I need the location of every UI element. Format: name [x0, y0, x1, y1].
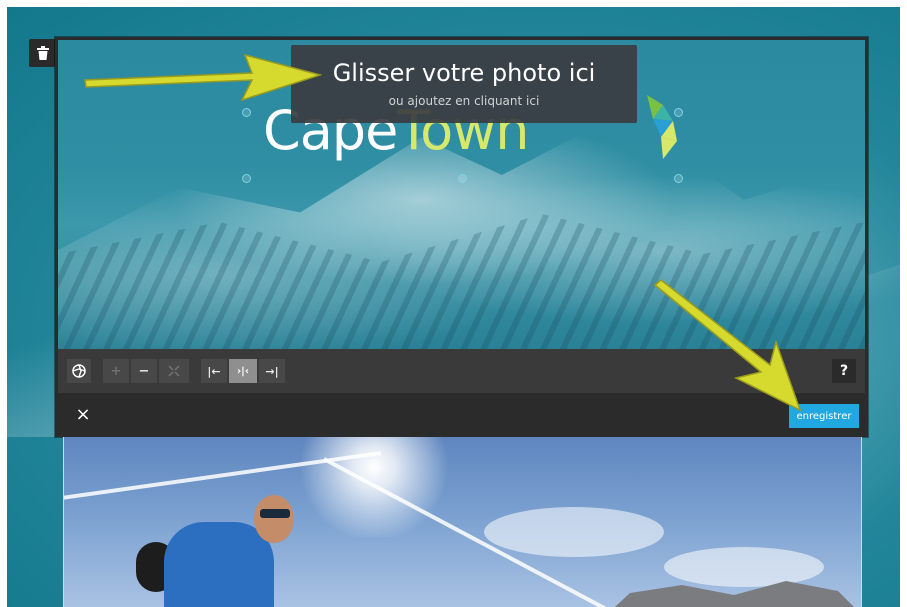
save-button[interactable]: enregistrer — [789, 404, 859, 428]
align-center-button[interactable]: ›|‹ — [229, 359, 257, 383]
logo-mark-icon — [647, 95, 677, 159]
resize-handle-top-right[interactable] — [674, 108, 683, 117]
delete-button[interactable] — [29, 39, 56, 67]
help-button[interactable]: ? — [832, 359, 856, 383]
align-left-button[interactable]: |← — [201, 359, 227, 383]
photo-hiker-head — [254, 495, 294, 543]
zoom-in-button[interactable]: + — [103, 359, 129, 383]
resize-handle-bottom-left[interactable] — [242, 174, 251, 183]
content-photo[interactable] — [63, 437, 862, 607]
cloud — [484, 507, 664, 557]
close-icon[interactable]: × — [74, 405, 92, 425]
drop-zone-title: Glisser votre photo ici — [332, 59, 596, 87]
cloud — [664, 547, 824, 587]
photo-hiker-glasses — [260, 509, 290, 518]
resize-handle-bottom-right[interactable] — [674, 174, 683, 183]
drop-zone-subtitle: ou ajoutez en cliquant ici — [388, 94, 540, 108]
expand-icon — [168, 365, 180, 377]
fit-button[interactable] — [159, 359, 189, 383]
editor-action-bar: × enregistrer — [55, 395, 868, 437]
filter-button[interactable] — [67, 359, 91, 383]
photo-hiker — [164, 522, 274, 607]
aperture-icon — [72, 364, 86, 378]
align-right-button[interactable]: →| — [259, 359, 285, 383]
trash-icon — [36, 46, 49, 60]
photo-drop-zone[interactable]: Glisser votre photo ici ou ajoutez en cl… — [291, 45, 637, 123]
resize-handle-top-left[interactable] — [242, 108, 251, 117]
header-photo[interactable]: CapeTown Glisser votre photo ici ou ajou… — [58, 40, 865, 349]
zoom-out-button[interactable]: − — [131, 359, 157, 383]
resize-handle-bottom-center[interactable] — [458, 174, 467, 183]
image-toolbar: + − |← ›|‹ →| ? — [58, 349, 865, 393]
header-image-editor: CapeTown Glisser votre photo ici ou ajou… — [55, 37, 868, 437]
